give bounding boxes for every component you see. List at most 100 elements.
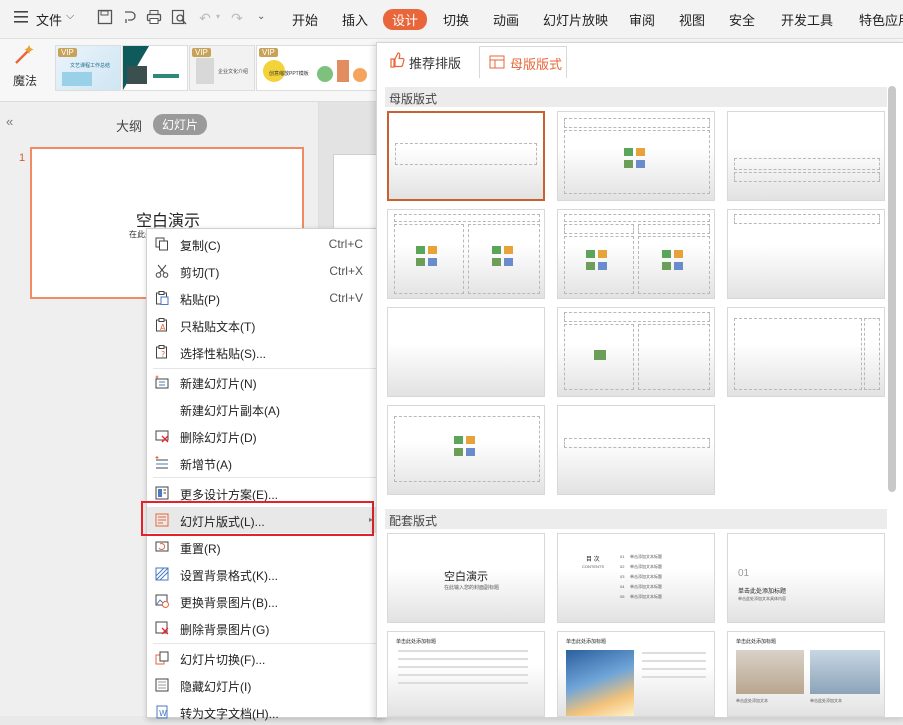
content-placeholder-icon <box>454 436 480 460</box>
menu-item-label: 删除背景图片(G) <box>180 623 270 637</box>
section-title: 母版版式 <box>389 92 438 106</box>
menu-item-paste[interactable]: 粘贴(P) Ctrl+V <box>147 285 383 311</box>
menu-item-label: 新建幻灯片(N) <box>180 377 257 391</box>
menu-bar: 文件 ⌵ ↶ ▾ ↷ ⌄ 开始 插入 设计 切换 动画 幻灯片放映 审阅 视图 … <box>0 0 903 39</box>
menu-item-label: 设置背景格式(K)... <box>180 569 278 583</box>
thumb-number: 01 <box>738 568 750 579</box>
theme-thumbnail[interactable]: VIP 创意缩放PPT模板 <box>256 45 378 91</box>
tab-view[interactable]: 视图 <box>679 10 705 29</box>
print-preview-icon[interactable] <box>170 9 188 27</box>
tab-home[interactable]: 开始 <box>292 10 318 29</box>
layout-thumbnail[interactable] <box>387 307 545 397</box>
matching-layout-thumbnail[interactable]: 目 次 CONTENTS 01 单击添加文本标题 02 单击添加文本标题 03 … <box>557 533 715 623</box>
undo-icon[interactable]: ↶ <box>196 9 214 27</box>
tab-transition[interactable]: 切换 <box>443 10 469 29</box>
matching-layout-thumbnail[interactable]: 单击此处添加标题 单击此处添加文本 单击此处添加文本 <box>727 631 885 717</box>
layout-thumbnail[interactable] <box>387 111 545 201</box>
menu-item-paste-text-only[interactable]: A 只粘贴文本(T) <box>147 312 383 338</box>
matching-layout-thumbnail[interactable]: 单击此处添加标题 <box>387 631 545 717</box>
menu-item-change-background-image[interactable]: 更换背景图片(B)... <box>147 588 383 614</box>
menu-item-cut[interactable]: 剪切(T) Ctrl+X <box>147 258 383 284</box>
matching-layout-thumbnail[interactable]: 单击此处添加标题 <box>557 631 715 717</box>
menu-item-shortcut: Ctrl+X <box>329 264 363 278</box>
tab-recommended-layout[interactable]: 推荐排版 <box>385 49 477 77</box>
tab-slideshow[interactable]: 幻灯片放映 <box>543 10 608 29</box>
tab-animation[interactable]: 动画 <box>493 10 519 29</box>
tab-slides[interactable]: 幻灯片 <box>153 114 208 135</box>
menu-item-label: 粘贴(P) <box>180 293 220 307</box>
toc-item: 单击添加文本标题 <box>630 574 662 579</box>
menu-item-reset[interactable]: 重置(R) <box>147 534 383 560</box>
menu-item-label: 转为文字文档(H)... <box>180 707 279 721</box>
layout-thumbnail[interactable] <box>387 405 545 495</box>
menu-item-paste-special[interactable]: ? 选择性粘贴(S)... <box>147 339 383 365</box>
menu-item-add-section[interactable]: 新增节(A) <box>147 450 383 476</box>
reset-icon <box>155 540 169 554</box>
thumb-caption: 单击此处添加文本 <box>736 698 768 703</box>
popup-scrollbar[interactable] <box>888 86 896 492</box>
undo-history-icon[interactable] <box>120 9 138 27</box>
menu-item-hide-slide[interactable]: 隐藏幻灯片(I) <box>147 672 383 698</box>
menu-item-background-format[interactable]: 设置背景格式(K)... <box>147 561 383 587</box>
redo-icon[interactable]: ↷ <box>228 9 246 27</box>
menu-item-delete-background-image[interactable]: 删除背景图片(G) <box>147 615 383 641</box>
content-placeholder-icon <box>624 148 650 172</box>
tab-outline[interactable]: 大纲 <box>116 116 142 135</box>
menu-item-convert-to-document[interactable]: W 转为文字文档(H)... <box>147 699 383 725</box>
highlight-frame <box>141 501 374 536</box>
content-placeholder-icon <box>662 250 688 274</box>
chevron-down-icon[interactable]: ▾ <box>216 12 220 21</box>
menu-item-label: 新增节(A) <box>180 458 232 472</box>
toc-number: 02 <box>620 564 625 569</box>
matching-layout-thumbnail[interactable]: 空白演示 在此输入您的封面副标题 <box>387 533 545 623</box>
menu-item-duplicate-slide[interactable]: 新建幻灯片副本(A) <box>147 396 383 422</box>
collapse-panel-icon[interactable]: « <box>6 114 13 129</box>
menu-item-label: 幻灯片切换(F)... <box>180 653 266 667</box>
layout-thumbnail[interactable] <box>557 405 715 495</box>
customize-arrow-icon[interactable]: ⌄ <box>257 11 265 22</box>
tab-label: 母版版式 <box>510 57 563 72</box>
layout-thumbnail[interactable] <box>557 307 715 397</box>
section-title: 配套版式 <box>389 514 438 528</box>
svg-text:W: W <box>159 709 167 718</box>
layout-thumbnail[interactable] <box>727 111 885 201</box>
menu-item-copy[interactable]: 复制(C) Ctrl+C <box>147 231 383 257</box>
theme-caption: 文艺课程工作总结 <box>70 63 111 69</box>
menu-item-new-slide[interactable]: 新建幻灯片(N) <box>147 369 383 395</box>
menu-item-slide-transition[interactable]: 幻灯片切换(F)... <box>147 645 383 671</box>
tab-insert[interactable]: 插入 <box>342 10 368 29</box>
hamburger-icon[interactable] <box>14 10 30 24</box>
matching-layout-thumbnail[interactable]: 01 单击此处添加标题 单击此处添加文本具体内容 <box>727 533 885 623</box>
tab-security[interactable]: 安全 <box>729 10 755 29</box>
magic-label[interactable]: 魔法 <box>13 72 37 89</box>
menu-item-label: 复制(C) <box>180 239 221 253</box>
layout-thumbnail[interactable] <box>557 111 715 201</box>
menu-item-delete-slide[interactable]: 删除幻灯片(D) <box>147 423 383 449</box>
toc-number: 05 <box>620 594 625 599</box>
tab-design[interactable]: 设计 <box>383 9 428 30</box>
layout-thumbnail[interactable] <box>727 209 885 299</box>
theme-thumbnail[interactable]: VIP 企业文化介绍 <box>189 45 255 91</box>
slide-number: 1 <box>19 152 26 164</box>
content-placeholder-icon <box>416 246 442 270</box>
tab-master-layout[interactable]: 母版版式 <box>479 46 567 78</box>
thumb-subtitle: 在此输入您的封面副标题 <box>444 585 500 591</box>
context-menu: 复制(C) Ctrl+C 剪切(T) Ctrl+X 粘贴(P) Ctrl+V A… <box>146 228 384 721</box>
chevron-down-icon[interactable]: ⌵ <box>66 10 74 23</box>
layout-thumbnail[interactable] <box>727 307 885 397</box>
menu-item-label: 选择性粘贴(S)... <box>180 347 266 361</box>
svg-text:A: A <box>160 323 166 332</box>
tab-special[interactable]: 特色应用 <box>859 10 903 29</box>
file-menu[interactable]: 文件 <box>36 10 62 29</box>
tab-review[interactable]: 审阅 <box>629 10 655 29</box>
convert-document-icon: W <box>155 705 169 719</box>
print-icon[interactable] <box>145 9 163 27</box>
theme-thumbnail[interactable]: VIP VIP 文艺课程工作总结 <box>55 45 121 91</box>
tab-developer[interactable]: 开发工具 <box>781 10 833 29</box>
layout-thumbnail[interactable] <box>387 209 545 299</box>
design-icon <box>155 486 169 500</box>
layout-thumbnail[interactable] <box>557 209 715 299</box>
save-icon[interactable] <box>96 9 114 27</box>
theme-thumbnail[interactable] <box>122 45 188 91</box>
magic-wand-icon[interactable] <box>12 43 36 67</box>
